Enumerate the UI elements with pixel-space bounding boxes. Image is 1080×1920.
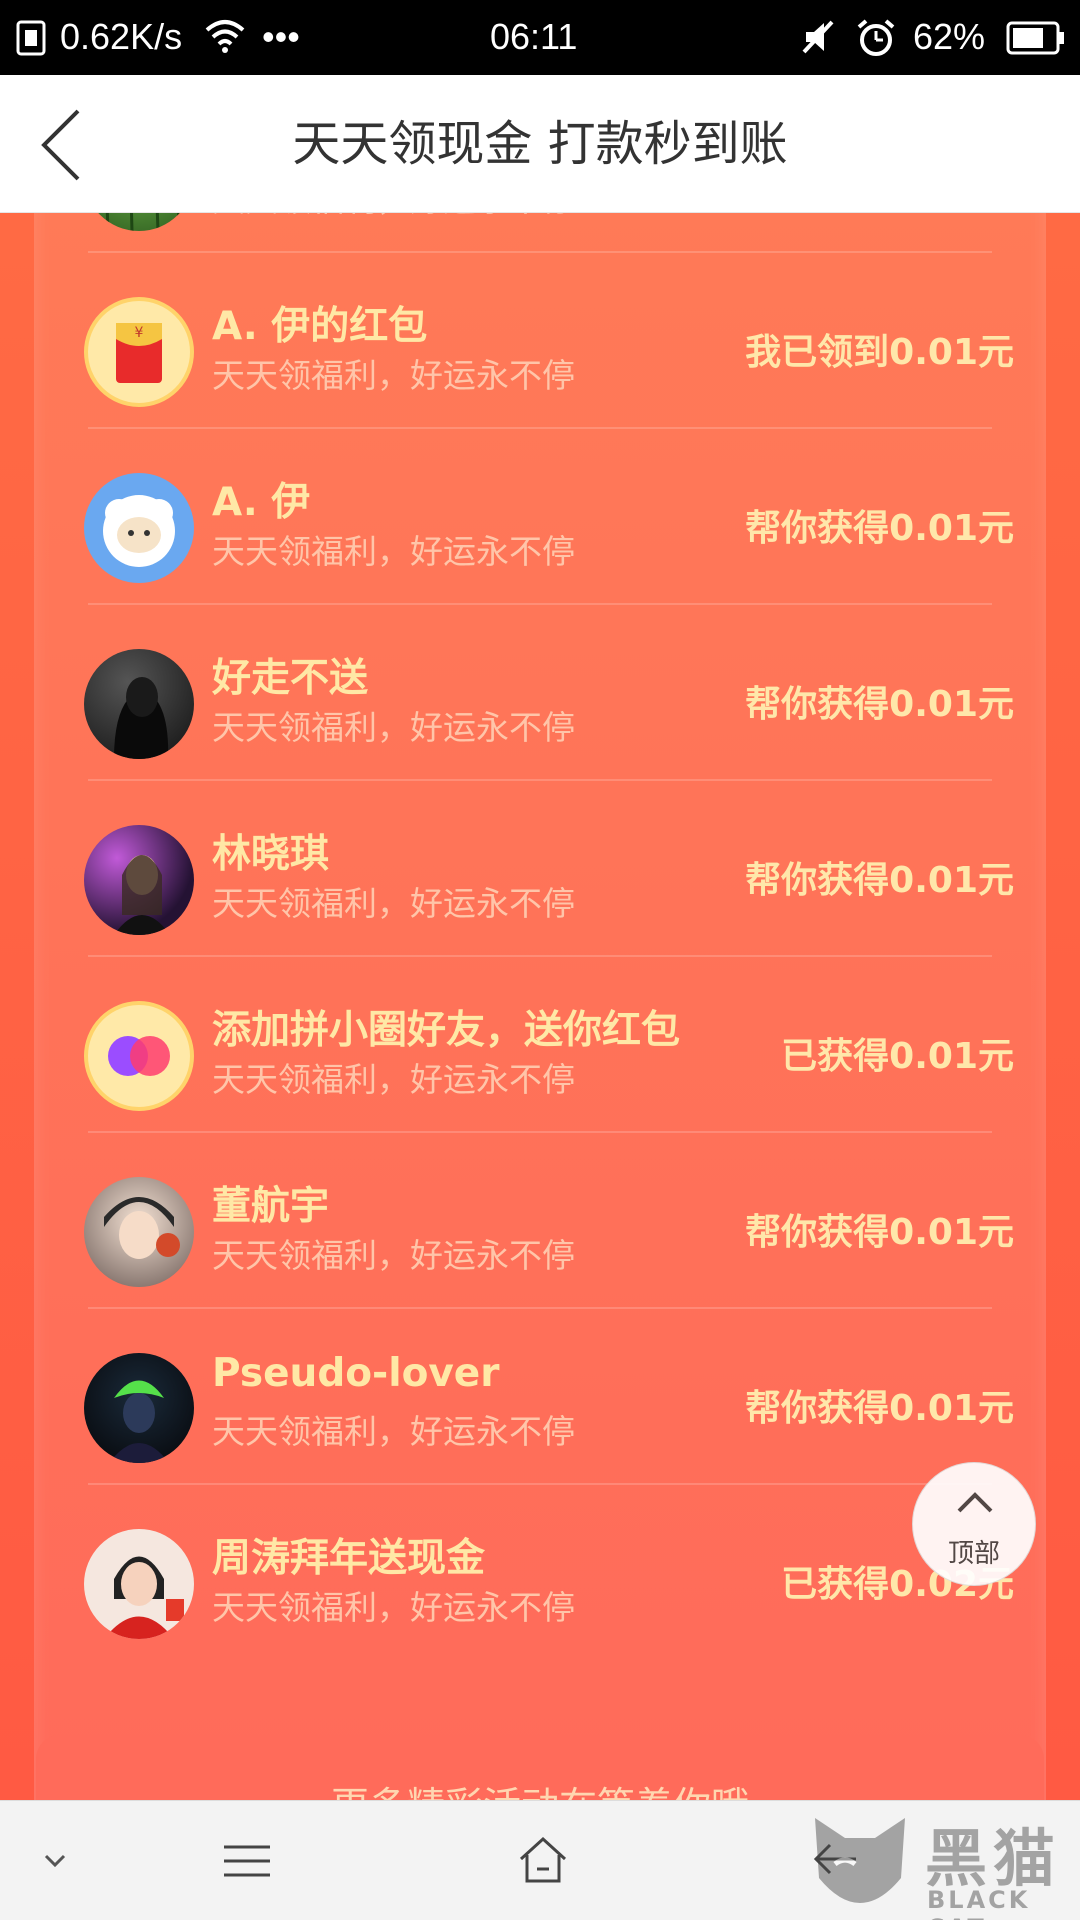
sim-icon: [16, 20, 46, 56]
list-item-name: 周涛拜年送现金: [212, 1536, 486, 1581]
home-icon: [519, 1836, 567, 1883]
list-item[interactable]: 董航宇 天天领福利，好运永不停 帮你获得0.01元: [34, 1133, 1046, 1309]
alarm-icon: [856, 18, 896, 58]
list-item-status: 帮你获得0.01元: [745, 508, 1014, 549]
list-item-subtitle: 天天领福利，好运永不停: [212, 1060, 575, 1099]
list-item-name: 添加拼小圈好友，送你红包: [212, 1008, 681, 1053]
back-to-top-button[interactable]: 顶部: [912, 1462, 1036, 1586]
page-title: 天天领现金 打款秒到账: [292, 116, 788, 172]
helpers-list-panel: 天天领福利，好运永不停 ¥ A. 伊的红包 天天领福利，好运永不停 我已领到0.…: [34, 213, 1046, 1800]
list-item[interactable]: 周涛拜年送现金 天天领福利，好运永不停 已获得0.02元: [34, 1485, 1046, 1661]
list-item[interactable]: 好走不送 天天领福利，好运永不停 帮你获得0.01元: [34, 605, 1046, 781]
list-item[interactable]: Pseudo-lover 天天领福利，好运永不停 帮你获得0.01元: [34, 1309, 1046, 1485]
list-item[interactable]: 天天领福利，好运永不停: [34, 213, 1046, 253]
battery-icon: [1006, 20, 1066, 56]
mute-icon: [800, 18, 836, 56]
list-item-subtitle: 天天领福利，好运永不停: [212, 1236, 575, 1275]
list-item-name: 董航宇: [212, 1184, 330, 1229]
promo-panel: 更多精彩活动在等着你哦: [36, 1735, 1044, 1800]
list-item-name: A. 伊: [212, 480, 311, 525]
list-item[interactable]: ¥ A. 伊的红包 天天领福利，好运永不停 我已领到0.01元: [34, 253, 1046, 429]
list-item-name: 林晓琪: [212, 832, 330, 877]
list-item[interactable]: A. 伊 天天领福利，好运永不停 帮你获得0.01元: [34, 429, 1046, 605]
status-bar: 0.62K/s ••• 06:11 62%: [0, 0, 1080, 75]
menu-button[interactable]: [220, 1801, 280, 1920]
home-button[interactable]: [515, 1801, 575, 1920]
list-item-status: 帮你获得0.01元: [745, 684, 1014, 725]
list-item-status: 帮你获得0.01元: [745, 1388, 1014, 1429]
red-envelope-icon: ¥: [84, 297, 194, 407]
bamboo-avatar: [84, 213, 194, 231]
chevron-down-icon: [44, 1854, 66, 1868]
circles-icon: [84, 1001, 194, 1111]
sheep-avatar: [84, 473, 194, 583]
more-dots: •••: [262, 16, 300, 57]
list-item-subtitle: 天天领福利，好运永不停: [212, 356, 575, 395]
battery-percent: 62%: [913, 16, 986, 57]
list-item-subtitle: 天天领福利，好运永不停: [212, 884, 575, 923]
watermark-en: BLACK CAT: [927, 1886, 1031, 1920]
clock: 06:11: [490, 16, 578, 57]
list-item-status: 我已领到0.01元: [745, 332, 1014, 373]
list-item-subtitle: 天天领福利，好运永不停: [212, 1412, 575, 1451]
list-item-status: 帮你获得0.01元: [745, 1212, 1014, 1253]
list-item-subtitle: 天天领福利，好运永不停: [212, 213, 575, 221]
svg-text:¥: ¥: [135, 325, 144, 341]
list-item-status: 帮你获得0.01元: [745, 860, 1014, 901]
green-hair-avatar: [84, 1353, 194, 1463]
list-item-name: Pseudo-lover: [212, 1351, 500, 1396]
network-speed: 0.62K/s: [60, 16, 183, 57]
promo-text: 更多精彩活动在等着你哦: [36, 1775, 1044, 1800]
list-item-name: A. 伊的红包: [212, 304, 428, 349]
watermark-cn: 黑猫: [925, 1822, 1062, 1895]
list-item-subtitle: 天天领福利，好运永不停: [212, 1588, 575, 1627]
list-item-subtitle: 天天领福利，好运永不停: [212, 708, 575, 747]
wifi-icon: [205, 18, 245, 54]
list-item-name: 好走不送: [212, 656, 369, 701]
list-item[interactable]: 添加拼小圈好友，送你红包 天天领福利，好运永不停 已获得0.01元: [34, 957, 1046, 1133]
list-item[interactable]: 林晓琪 天天领福利，好运永不停 帮你获得0.01元: [34, 781, 1046, 957]
anime-boy-avatar: [84, 1177, 194, 1287]
nav-bar: 天天领现金 打款秒到账: [0, 75, 1080, 213]
list-item-status: 已获得0.01元: [781, 1036, 1014, 1077]
list-item-subtitle: 天天领福利，好运永不停: [212, 532, 575, 571]
cat-logo-icon: [815, 1818, 905, 1903]
dark-hood-avatar: [84, 649, 194, 759]
collapse-button[interactable]: [40, 1801, 100, 1920]
back-to-top-label: 顶部: [947, 1539, 1000, 1569]
girl-neon-avatar: [84, 825, 194, 935]
chevron-up-icon: [957, 1492, 993, 1513]
watermark: 黑猫 BLACK CAT: [805, 1808, 1080, 1920]
menu-icon: [224, 1845, 270, 1877]
woman-new-year-avatar: [84, 1529, 194, 1639]
